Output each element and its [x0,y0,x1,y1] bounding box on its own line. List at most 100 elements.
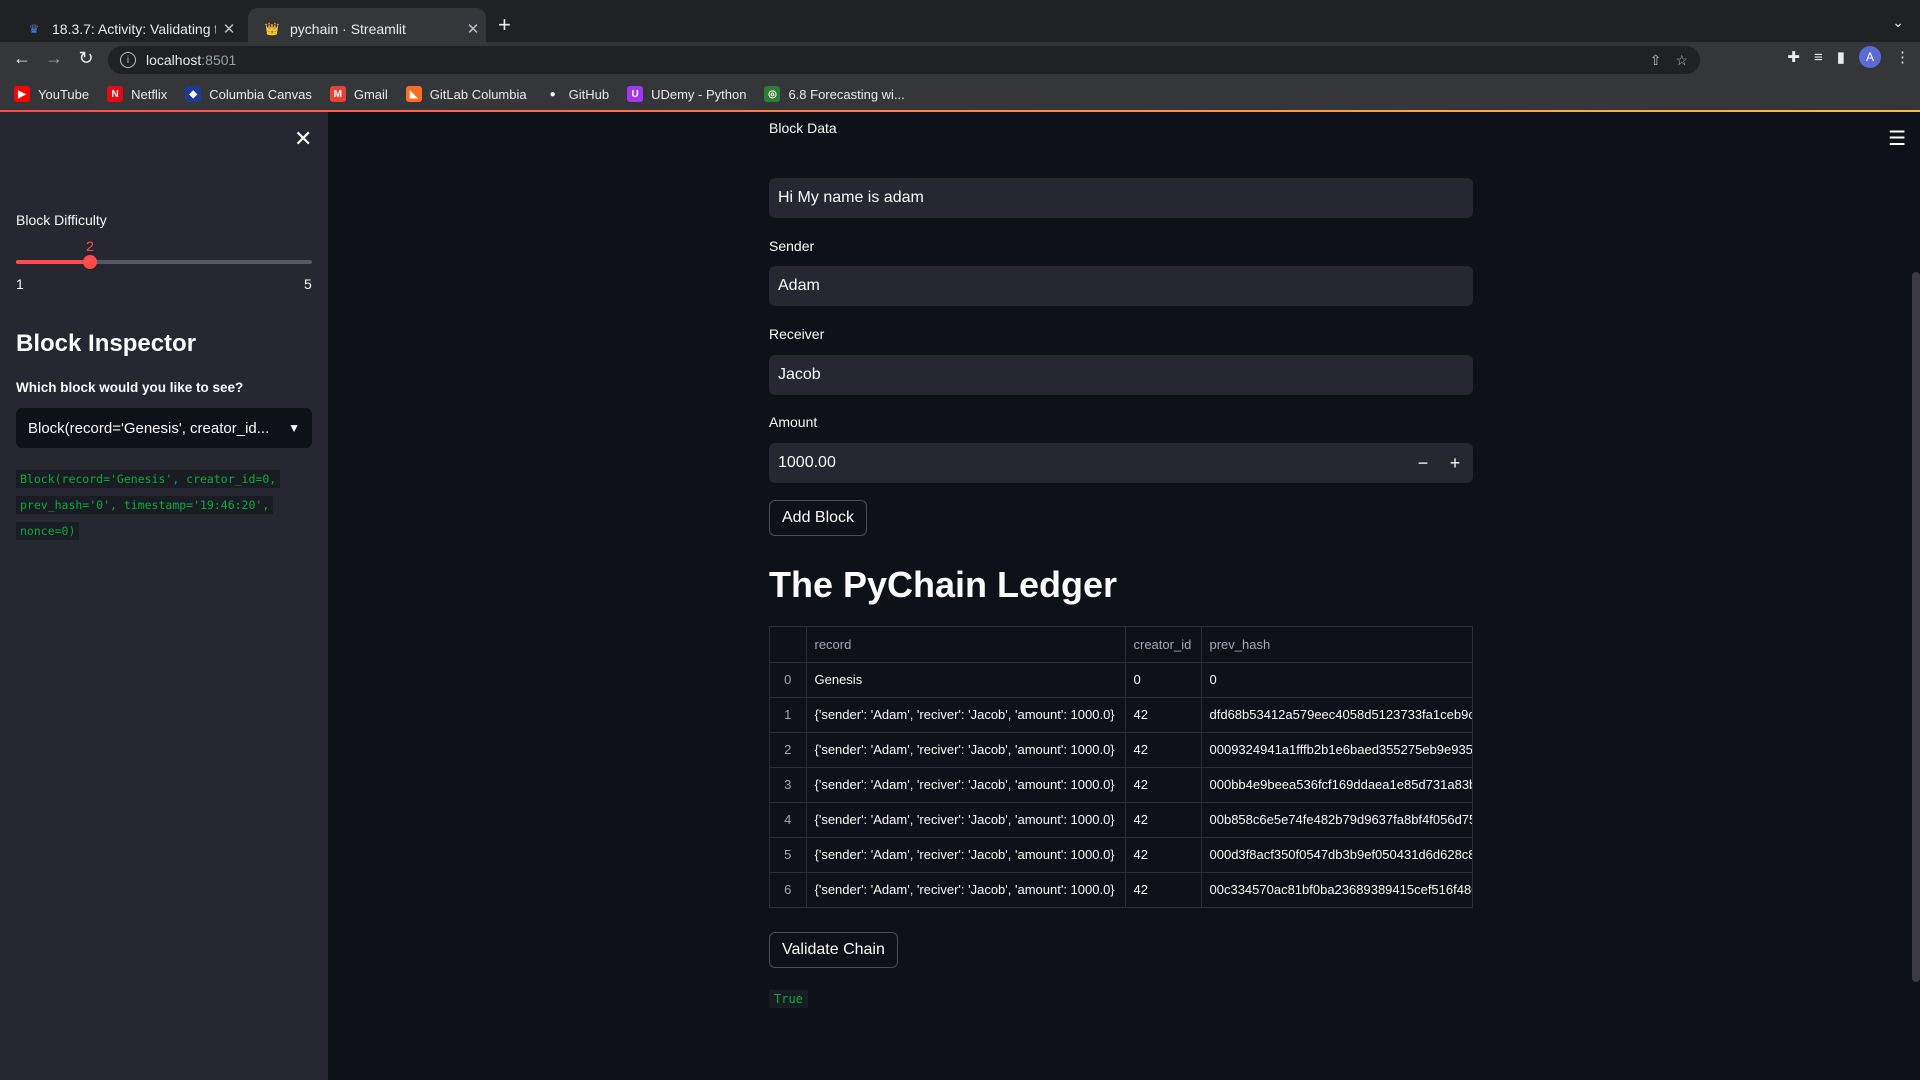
slider-thumb[interactable] [83,255,97,269]
bookmark-item[interactable]: ▶ YouTube [14,86,89,102]
cell-creator-id: 42 [1125,837,1202,873]
bookmark-label: GitHub [568,86,610,102]
table-row[interactable]: 0 Genesis 0 0 [770,662,1472,698]
cell-idx: 1 [770,697,807,733]
block-select-value: Block(record='Genesis', creator_id... [28,419,270,437]
cell-creator-id: 0 [1125,662,1202,698]
cell-record: {'sender': 'Adam', 'reciver': 'Jacob', '… [806,802,1126,838]
slider-fill [16,260,90,264]
block-data-input[interactable]: Hi My name is adam [769,178,1473,218]
tab-close-icon[interactable]: ✕ [460,20,486,38]
cell-idx: 6 [770,872,807,907]
bookmark-label: Columbia Canvas [209,86,312,102]
sender-input[interactable]: Adam [769,266,1473,306]
ledger-table[interactable]: record creator_id prev_hash 0 Genesis 0 0 1{… [769,626,1473,908]
column-header-creator-id[interactable]: creator_id [1125,627,1202,663]
code-line: prev_hash='0', timestamp='19:46:20', [16,496,274,514]
browser-menu-icon[interactable]: ⋮ [1895,48,1910,66]
extensions-puzzle-icon[interactable]: ✚ [1787,48,1800,66]
select-block-label: Which block would you like to see? [16,380,244,395]
code-line: nonce=0) [16,522,80,540]
block-code-output: Block(record='Genesis', creator_id=0, pr… [16,466,306,544]
url-port: :8501 [201,52,237,68]
receiver-input[interactable]: Jacob [769,355,1473,395]
bookmarks-bar: ▶ YouTube N Netflix ◆ Columbia Canvas M Gmail ◣ G… [0,78,1920,110]
cell-record: {'sender': 'Adam', 'reciver': 'Jacob', '… [806,732,1126,768]
cell-prev-hash: 0009324941a1fffb2b1e6baed355275eb9e935a [1201,732,1472,768]
tab-title: 18.3.7: Activity: Validating the [52,20,216,37]
forward-arrow-icon[interactable]: → [42,48,66,69]
validate-chain-button[interactable]: Validate Chain [769,932,898,968]
cell-record: Genesis [806,662,1126,698]
gmail-icon: M [329,86,346,102]
bookmark-item[interactable]: U UDemy - Python [627,86,746,102]
table-row[interactable]: 4 {'sender': 'Adam', 'reciver': 'Jacob', … [770,802,1472,838]
column-header-prev-hash[interactable]: prev_hash [1201,627,1472,663]
share-icon[interactable]: ⇧ [1650,52,1662,69]
site-info-icon[interactable]: i [120,52,136,68]
cell-record: {'sender': 'Adam', 'reciver': 'Jacob', '… [806,872,1126,907]
cell-idx: 2 [770,732,807,768]
cell-prev-hash: 000bb4e9beea536fcf169ddaea1e85d731a83b [1201,767,1472,803]
github-icon: ● [549,88,556,100]
tab-search-chevron-icon[interactable]: ⌄ [1892,14,1904,31]
columbia-favicon-icon: ♛ [28,21,40,36]
scrollbar[interactable] [1912,272,1920,982]
cell-idx: 4 [770,802,807,838]
bookmark-item[interactable]: N Netflix [107,86,167,102]
side-panel-icon[interactable]: ▮ [1837,48,1845,66]
table-row[interactable]: 1 {'sender': 'Adam', 'reciver': 'Jacob', … [770,697,1472,733]
cell-creator-id: 42 [1125,697,1202,733]
block-inspector-heading: Block Inspector [16,330,197,357]
canvas-icon: ◆ [185,86,202,102]
table-row[interactable]: 5 {'sender': 'Adam', 'reciver': 'Jacob', … [770,837,1472,873]
code-line: Block(record='Genesis', creator_id=0, [16,470,281,488]
hamburger-menu-icon[interactable]: ☰ [1888,126,1906,151]
cell-creator-id: 42 [1125,802,1202,838]
add-block-button[interactable]: Add Block [769,500,868,536]
table-row[interactable]: 3 {'sender': 'Adam', 'reciver': 'Jacob', … [770,767,1472,803]
difficulty-slider[interactable] [16,255,312,269]
cell-idx: 3 [770,767,807,803]
streamlit-favicon-icon: 👑 [264,21,280,36]
amount-label: Amount [769,414,818,430]
bookmark-item[interactable]: M Gmail [329,86,388,102]
table-row[interactable]: 6 {'sender': 'Adam', 'reciver': 'Jacob', … [770,872,1472,907]
close-sidebar-icon[interactable]: ✕ [294,126,312,152]
block-data-label: Block Data [769,120,837,134]
reload-icon[interactable]: ↻ [74,48,98,69]
cell-creator-id: 42 [1125,732,1202,768]
chevron-down-icon: ▼ [288,421,300,435]
profile-avatar[interactable]: A [1859,46,1881,68]
column-header-record[interactable]: record [806,627,1126,663]
amount-number-input[interactable]: 1000.00 − + [769,443,1473,483]
cell-prev-hash: 000d3f8acf350f0547db3b9ef050431d6d628c8 [1201,837,1472,873]
cell-prev-hash: 00b858c6e5e74fe482b79d9637fa8bf4f056d75 [1201,802,1472,838]
bookmark-item[interactable]: ◎ 6.8 Forecasting wi... [764,86,905,102]
netflix-icon: N [107,86,124,102]
table-row[interactable]: 2 {'sender': 'Adam', 'reciver': 'Jacob', … [770,732,1472,768]
slider-min-label: 1 [16,276,24,292]
bookmark-item[interactable]: ◆ Columbia Canvas [185,86,312,102]
cell-record: {'sender': 'Adam', 'reciver': 'Jacob', '… [806,837,1126,873]
cell-prev-hash: dfd68b53412a579eec4058d5123733fa1ceb9c1 [1201,697,1472,733]
bookmark-star-icon[interactable]: ☆ [1675,52,1688,69]
tab-title: pychain · Streamlit [290,20,406,37]
address-bar[interactable]: i localhost:8501 ⇧ ☆ [108,46,1700,74]
bookmark-label: Netflix [131,86,168,102]
main-content: ☰ Block Data Hi My name is adam Sender A… [328,112,1920,1080]
ledger-title: The PyChain Ledger [769,564,1118,605]
forecast-icon: ◎ [764,86,781,102]
amount-value: 1000.00 [778,454,836,471]
media-queue-icon[interactable]: ≡ [1814,49,1823,66]
cell-idx: 0 [770,662,807,698]
decrement-button[interactable]: − [1407,443,1439,483]
slider-value: 2 [86,238,94,254]
increment-button[interactable]: + [1439,443,1471,483]
back-arrow-icon[interactable]: ← [10,48,34,69]
bookmark-item[interactable]: ● GitHub [545,86,610,102]
tab-close-icon[interactable]: ✕ [216,20,242,38]
new-tab-button[interactable]: + [498,12,511,38]
bookmark-item[interactable]: ◣ GitLab Columbia [405,86,527,102]
block-select[interactable]: Block(record='Genesis', creator_id... ▼ [16,408,312,448]
